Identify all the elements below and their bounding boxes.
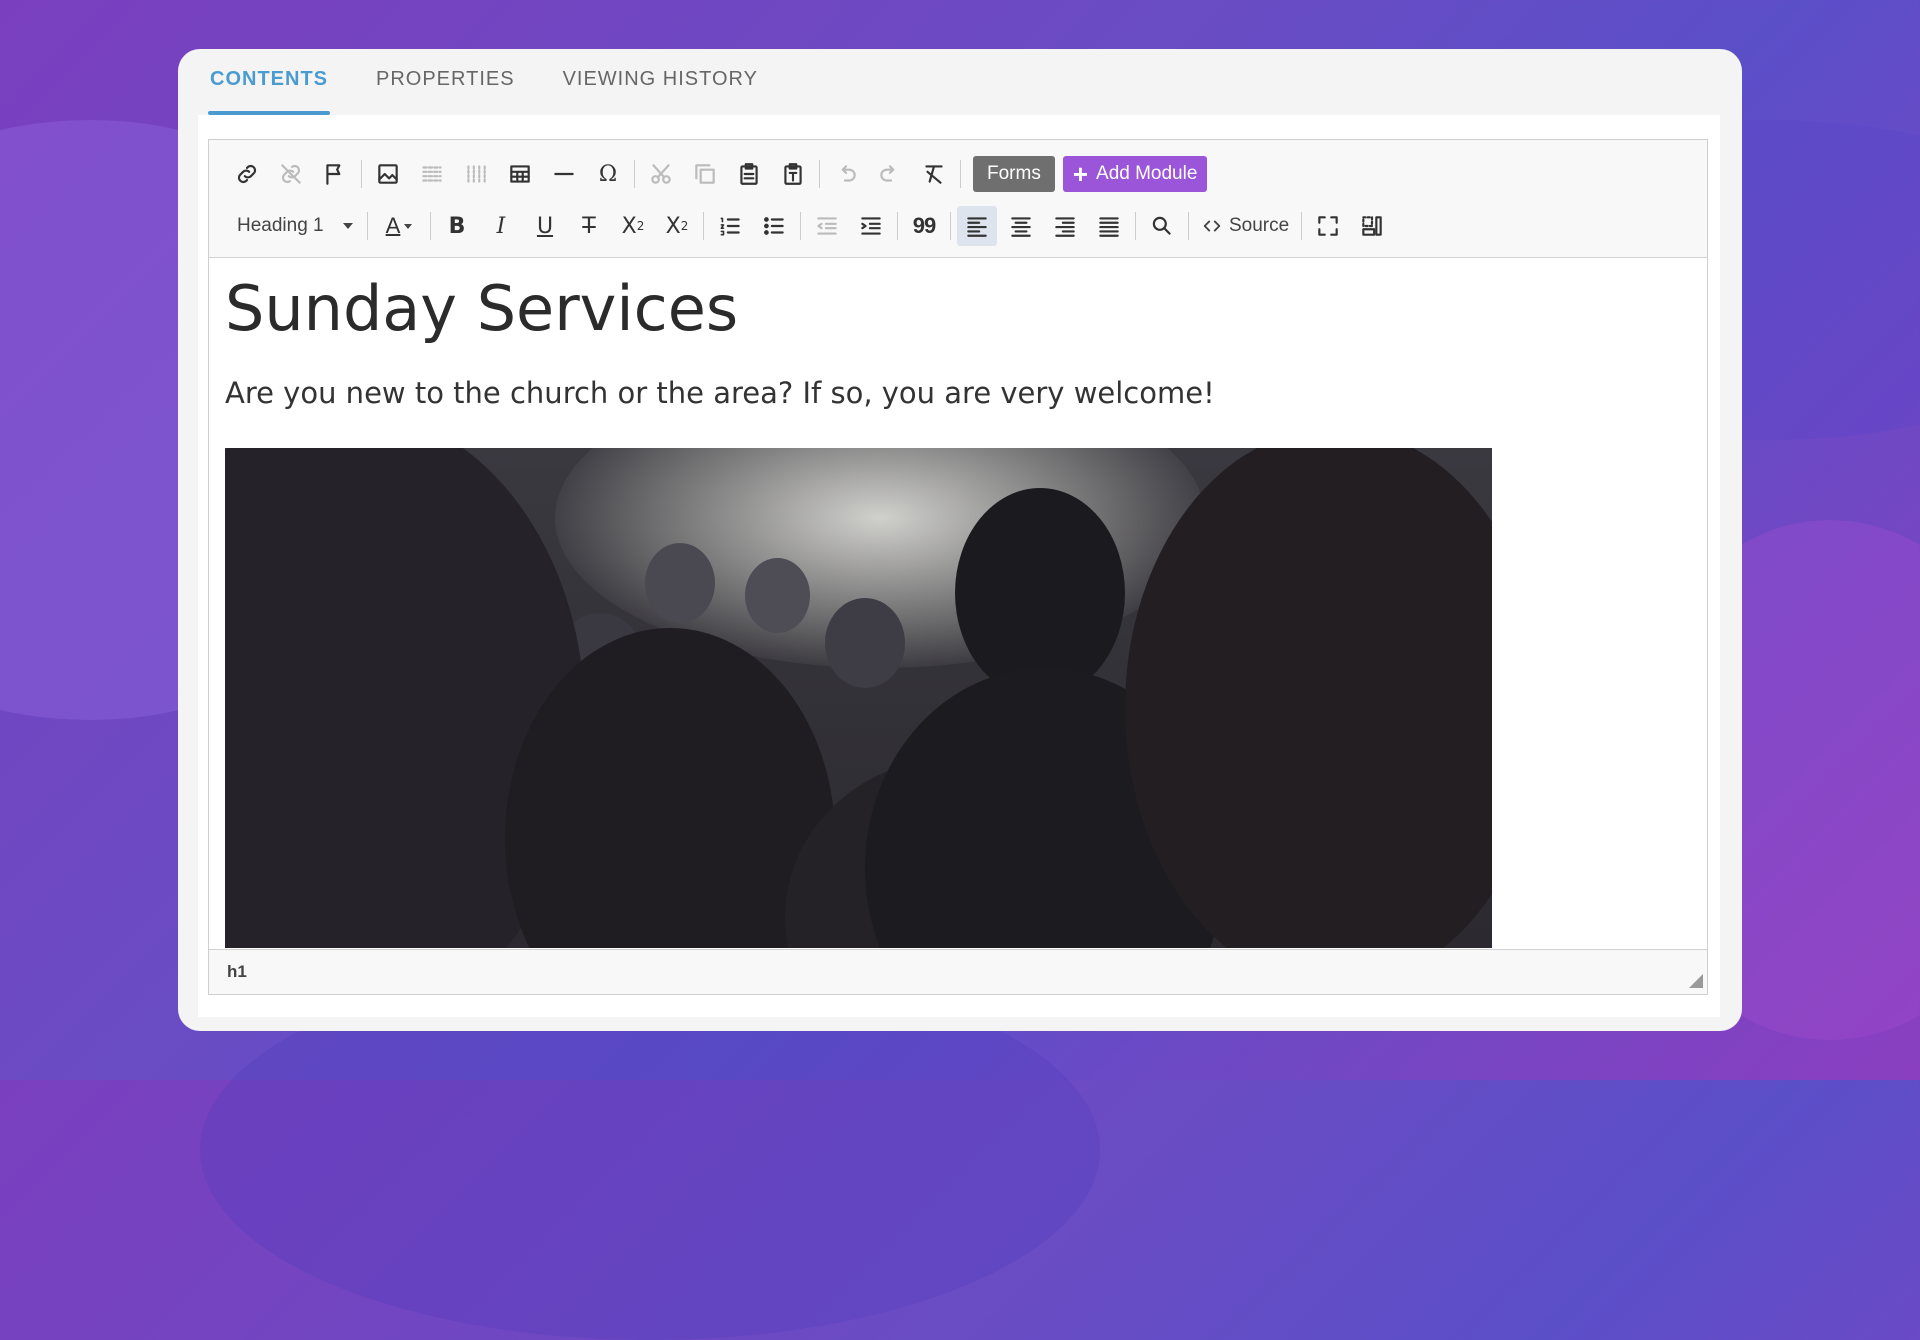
bold-icon[interactable]: B — [437, 206, 477, 246]
indent-icon[interactable] — [851, 206, 891, 246]
horizontal-rule-icon[interactable] — [544, 154, 584, 194]
tab-properties[interactable]: PROPERTIES — [376, 49, 515, 115]
clear-formatting-icon[interactable] — [914, 154, 954, 194]
toolbar-separator — [703, 212, 704, 240]
format-select[interactable]: Heading 1 — [225, 206, 363, 246]
bulleted-list-icon[interactable] — [754, 206, 794, 246]
text-color-button[interactable]: A — [374, 206, 424, 246]
add-module-button[interactable]: + Add Module — [1062, 156, 1208, 192]
page-heading[interactable]: Sunday Services — [225, 272, 738, 345]
text-color-icon: A — [385, 213, 401, 238]
image-icon[interactable] — [368, 154, 408, 194]
element-path[interactable]: h1 — [227, 962, 247, 982]
undo-icon[interactable] — [826, 154, 866, 194]
strikethrough-icon[interactable]: T — [569, 206, 609, 246]
chevron-down-icon — [404, 223, 413, 229]
toolbar-separator — [897, 212, 898, 240]
image-grid-icon[interactable] — [412, 154, 452, 194]
superscript-icon[interactable]: X2 — [657, 206, 697, 246]
align-left-icon[interactable] — [957, 206, 997, 246]
anchor-flag-icon[interactable] — [315, 154, 355, 194]
plus-icon: + — [1072, 159, 1089, 189]
italic-icon[interactable]: I — [481, 206, 521, 246]
align-justify-icon[interactable] — [1089, 206, 1129, 246]
toolbar-separator — [430, 212, 431, 240]
align-center-icon[interactable] — [1001, 206, 1041, 246]
editor-toolbar: Ω Forms + Add Module Heading 1 A B I U T… — [209, 140, 1707, 258]
resize-handle-icon[interactable] — [1689, 974, 1703, 988]
table-icon[interactable] — [500, 154, 540, 194]
source-label: Source — [1229, 215, 1290, 236]
toolbar-separator — [367, 212, 368, 240]
copy-icon[interactable] — [685, 154, 725, 194]
toolbar-separator — [1135, 212, 1136, 240]
unlink-icon[interactable] — [271, 154, 311, 194]
redo-icon[interactable] — [870, 154, 910, 194]
align-right-icon[interactable] — [1045, 206, 1085, 246]
content-area: Ω Forms + Add Module Heading 1 A B I U T… — [198, 115, 1720, 1017]
paste-text-icon[interactable] — [773, 154, 813, 194]
congregation-photo[interactable] — [225, 448, 1492, 948]
paste-icon[interactable] — [729, 154, 769, 194]
toolbar-separator — [1301, 212, 1303, 240]
code-icon — [1203, 220, 1221, 232]
add-module-label: Add Module — [1096, 163, 1198, 184]
document-body[interactable]: Sunday Services Are you new to the churc… — [209, 258, 1707, 950]
chevron-down-icon — [343, 223, 353, 229]
editor-panel: CONTENTS PROPERTIES VIEWING HISTORY Ω Fo… — [178, 49, 1742, 1031]
tab-viewing-history[interactable]: VIEWING HISTORY — [563, 49, 758, 115]
toolbar-separator — [800, 212, 801, 240]
status-bar: h1 — [209, 949, 1707, 994]
format-select-value: Heading 1 — [237, 215, 324, 236]
forms-button[interactable]: Forms — [973, 156, 1055, 192]
gallery-grid-icon[interactable] — [456, 154, 496, 194]
tab-contents[interactable]: CONTENTS — [208, 49, 330, 115]
tab-bar: CONTENTS PROPERTIES VIEWING HISTORY — [208, 49, 758, 115]
toolbar-separator — [634, 160, 635, 188]
source-button[interactable]: Source — [1195, 206, 1295, 246]
toolbar-separator — [960, 160, 961, 188]
fullscreen-icon[interactable] — [1308, 206, 1348, 246]
show-blocks-icon[interactable] — [1352, 206, 1392, 246]
search-icon[interactable] — [1142, 206, 1182, 246]
subscript-icon[interactable]: X2 — [613, 206, 653, 246]
toolbar-separator — [950, 212, 951, 240]
underline-icon[interactable]: U — [525, 206, 565, 246]
link-icon[interactable] — [227, 154, 267, 194]
toolbar-separator — [1188, 212, 1189, 240]
special-character-icon[interactable]: Ω — [588, 154, 628, 194]
blockquote-button[interactable]: 99 — [904, 206, 944, 246]
rich-text-editor: Ω Forms + Add Module Heading 1 A B I U T… — [208, 139, 1708, 995]
toolbar-separator — [819, 160, 820, 188]
toolbar-separator — [361, 160, 362, 188]
numbered-list-icon[interactable] — [710, 206, 750, 246]
cut-icon[interactable] — [641, 154, 681, 194]
intro-paragraph[interactable]: Are you new to the church or the area? I… — [225, 376, 1215, 410]
outdent-icon[interactable] — [807, 206, 847, 246]
